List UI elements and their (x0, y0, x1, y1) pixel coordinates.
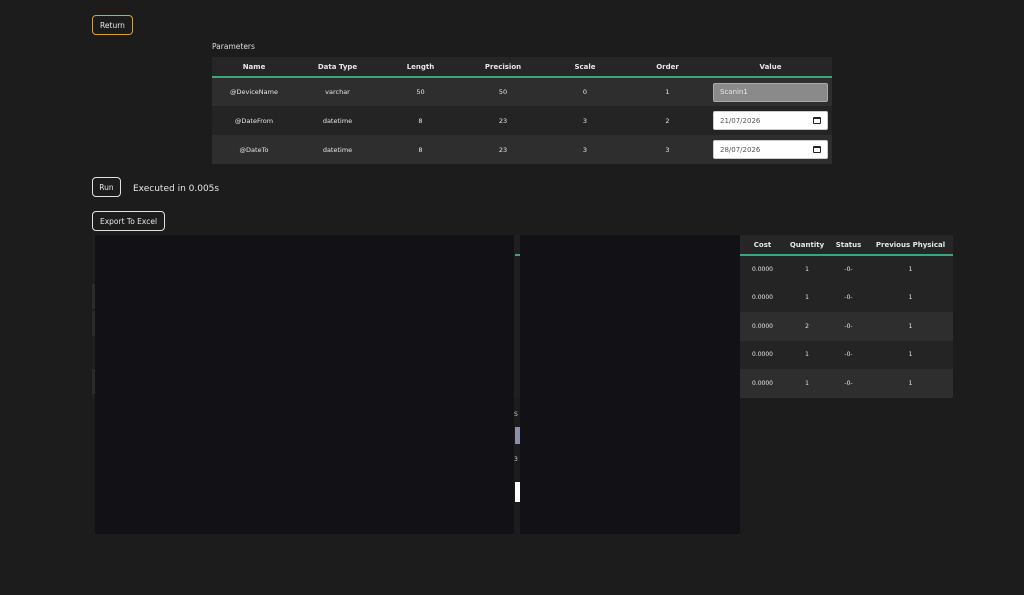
table-row: 0.0000 1 -0- 1 (740, 369, 953, 398)
table-row: 0.0000 1 -0- 1 (740, 283, 953, 312)
param-order: 2 (626, 106, 709, 135)
quantity-cell: 1 (785, 369, 829, 398)
status-cell: -0- (829, 312, 868, 341)
param-value-cell: Scanin1 (709, 77, 832, 106)
previous-physical-cell: 1 (868, 369, 953, 398)
parameter-row: @DateTo datetime 8 23 3 3 28/07/2026 (212, 135, 832, 164)
param-length: 8 (379, 106, 462, 135)
param-precision: 50 (462, 77, 544, 106)
cost-cell: 0.0000 (740, 283, 785, 312)
cost-cell: 0.0000 (740, 255, 785, 284)
previous-physical-cell: 1 (868, 255, 953, 284)
quantity-cell: 1 (785, 340, 829, 369)
input-fragment (515, 482, 520, 502)
quantity-cell: 2 (785, 312, 829, 341)
export-to-excel-button[interactable]: Export To Excel (92, 211, 165, 231)
quantity-cell: 1 (785, 283, 829, 312)
cost-cell: 0.0000 (740, 369, 785, 398)
param-precision: 23 (462, 135, 544, 164)
param-value-cell: 28/07/2026 (709, 135, 832, 164)
param-length: 8 (379, 135, 462, 164)
results-header-row: Cost Quantity Status Previous Physical (740, 235, 953, 256)
previous-physical-cell: 1 (868, 340, 953, 369)
parameters-table: Name Data Type Length Precision Scale Or… (212, 57, 832, 164)
col-value-header: Value (709, 57, 832, 78)
cost-cell: 0.0000 (740, 312, 785, 341)
date-to-input[interactable]: 28/07/2026 (713, 140, 828, 159)
col-cost-header: Cost (740, 235, 785, 256)
overlay-panel-left (95, 235, 514, 534)
param-precision: 23 (462, 106, 544, 135)
col-datatype-header: Data Type (296, 57, 379, 78)
col-quantity-header: Quantity (785, 235, 829, 256)
col-order-header: Order (626, 57, 709, 78)
calendar-icon[interactable] (813, 146, 821, 153)
param-scale: 0 (544, 77, 626, 106)
previous-physical-cell: 1 (868, 283, 953, 312)
overlay-panel-right (520, 235, 740, 534)
param-name: @DateTo (212, 135, 296, 164)
device-name-input: Scanin1 (713, 82, 828, 102)
status-cell: -0- (829, 255, 868, 284)
param-scale: 3 (544, 135, 626, 164)
status-cell: -0- (829, 369, 868, 398)
return-button[interactable]: Return (92, 15, 133, 35)
param-type: datetime (296, 135, 379, 164)
quantity-cell: 1 (785, 255, 829, 284)
col-previous-physical-header: Previous Physical (868, 235, 953, 256)
param-order: 1 (626, 77, 709, 106)
text-fragment: 3 (514, 456, 518, 463)
execution-time-text: Executed in 0.005s (133, 184, 220, 194)
calendar-icon[interactable] (813, 117, 821, 124)
run-button[interactable]: Run (92, 177, 121, 197)
param-type: datetime (296, 106, 379, 135)
status-cell: -0- (829, 283, 868, 312)
param-order: 3 (626, 135, 709, 164)
col-length-header: Length (379, 57, 462, 78)
param-value-cell: 21/07/2026 (709, 106, 832, 135)
input-fragment (515, 427, 520, 444)
col-name-header: Name (212, 57, 296, 78)
previous-physical-cell: 1 (868, 312, 953, 341)
table-row: 0.0000 1 -0- 1 (740, 255, 953, 284)
table-row: 0.0000 2 -0- 1 (740, 312, 953, 341)
parameter-row: @DateFrom datetime 8 23 3 2 21/07/2026 (212, 106, 832, 135)
parameters-label: Parameters (212, 42, 255, 51)
param-scale: 3 (544, 106, 626, 135)
results-table: Cost Quantity Status Previous Physical 0… (740, 235, 953, 398)
col-status-header: Status (829, 235, 868, 256)
parameters-header-row: Name Data Type Length Precision Scale Or… (212, 57, 832, 78)
param-name: @DeviceName (212, 77, 296, 106)
col-precision-header: Precision (462, 57, 544, 78)
param-length: 50 (379, 77, 462, 106)
cost-cell: 0.0000 (740, 340, 785, 369)
parameter-row: @DeviceName varchar 50 50 0 1 Scanin1 (212, 77, 832, 106)
date-from-input[interactable]: 21/07/2026 (713, 111, 828, 130)
param-type: varchar (296, 77, 379, 106)
text-fragment: S (514, 411, 518, 418)
param-name: @DateFrom (212, 106, 296, 135)
col-scale-header: Scale (544, 57, 626, 78)
status-cell: -0- (829, 340, 868, 369)
date-from-value: 21/07/2026 (720, 116, 761, 125)
date-to-value: 28/07/2026 (720, 145, 761, 154)
table-row: 0.0000 1 -0- 1 (740, 340, 953, 369)
